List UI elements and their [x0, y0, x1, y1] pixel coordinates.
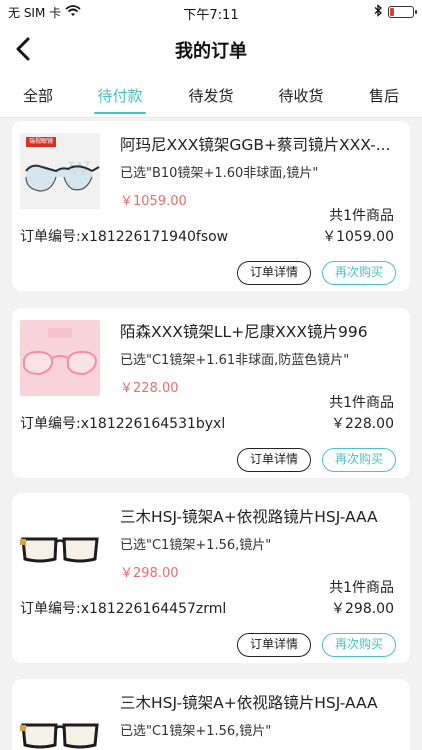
bluetooth-icon	[374, 4, 382, 20]
tab-label: 全部	[22, 87, 53, 105]
order-detail-button[interactable]: 订单详情	[237, 633, 311, 657]
order-number: 订单编号:x181226164457zrml	[20, 601, 227, 617]
order-card[interactable]: 陌森XXX镜架LL+尼康XXX镜片996 已选"C1镜架+1.61非球面,防蓝色…	[12, 308, 410, 478]
buy-again-button[interactable]: 再次购买	[322, 633, 396, 657]
order-card[interactable]: 三木HSJ-镜架A+依视路镜片HSJ-AAA 已选"C1镜架+1.56,镜片" …	[12, 493, 410, 663]
product-image	[20, 320, 100, 396]
product-price: ￥298.00	[120, 566, 179, 581]
order-total: ￥298.00	[331, 601, 394, 617]
item-count: 共1件商品	[329, 208, 394, 224]
store-badge-label: 瑞视眼镜	[29, 138, 54, 145]
product-spec: 已选"C1镜架+1.56,镜片"	[120, 724, 272, 739]
tab-pending-payment[interactable]: 待付款	[88, 74, 152, 118]
product-name: 三木HSJ-镜架A+依视路镜片HSJ-AAA	[120, 694, 378, 712]
order-card[interactable]: w 瑞视眼镜 阿玛尼XXX镜架GGB+蔡司镜片XXX-... 已选"B10镜架+…	[12, 121, 410, 291]
tab-pending-shipment[interactable]: 待发货	[179, 74, 243, 118]
tab-label: 待发货	[188, 87, 234, 105]
buy-again-button[interactable]: 再次购买	[322, 261, 396, 285]
product-name: 阿玛尼XXX镜架GGB+蔡司镜片XXX-...	[120, 136, 391, 154]
product-name: 陌森XXX镜架LL+尼康XXX镜片996	[120, 323, 368, 341]
item-count: 共1件商品	[329, 395, 394, 411]
order-detail-button[interactable]: 订单详情	[237, 448, 311, 472]
order-card[interactable]: 三木HSJ-镜架A+依视路镜片HSJ-AAA 已选"C1镜架+1.56,镜片"	[12, 679, 410, 750]
product-spec: 已选"C1镜架+1.61非球面,防蓝色镜片"	[120, 353, 350, 368]
order-total: ￥228.00	[331, 416, 394, 432]
product-image	[20, 691, 100, 750]
product-image: w 瑞视眼镜	[20, 133, 100, 209]
status-time: 下午7:11	[183, 8, 239, 23]
product-spec: 已选"B10镜架+1.60非球面,镜片"	[120, 166, 319, 181]
store-badge: 瑞视眼镜	[26, 137, 57, 147]
battery-icon	[388, 6, 417, 18]
order-detail-button[interactable]: 订单详情	[237, 261, 311, 285]
order-number: 订单编号:x181226171940fsow	[20, 229, 229, 245]
status-right	[374, 4, 417, 20]
item-count: 共1件商品	[329, 580, 394, 596]
tab-label: 售后	[368, 87, 399, 105]
order-tabs: 全部 待付款 待发货 待收货 售后	[0, 74, 422, 118]
product-image	[20, 505, 100, 581]
nav-bar: 我的订单	[0, 24, 422, 74]
page-title: 我的订单	[175, 41, 247, 62]
product-price: ￥228.00	[120, 381, 179, 396]
status-bar: 无 SIM 卡 下午7:11	[0, 0, 422, 24]
product-name: 三木HSJ-镜架A+依视路镜片HSJ-AAA	[120, 508, 378, 526]
product-price: ￥1059.00	[120, 194, 187, 209]
tab-after-sales[interactable]: 售后	[358, 74, 410, 118]
order-number: 订单编号:x181226164531byxl	[20, 416, 226, 432]
tab-all[interactable]: 全部	[8, 74, 68, 118]
product-spec: 已选"C1镜架+1.56,镜片"	[120, 538, 272, 553]
tab-active-indicator	[94, 112, 146, 114]
tab-label: 待收货	[278, 87, 324, 105]
tab-label: 待付款	[97, 87, 143, 105]
buy-again-button[interactable]: 再次购买	[322, 448, 396, 472]
order-total: ￥1059.00	[322, 229, 394, 245]
tab-pending-receipt[interactable]: 待收货	[269, 74, 333, 118]
battery-level	[390, 8, 394, 16]
